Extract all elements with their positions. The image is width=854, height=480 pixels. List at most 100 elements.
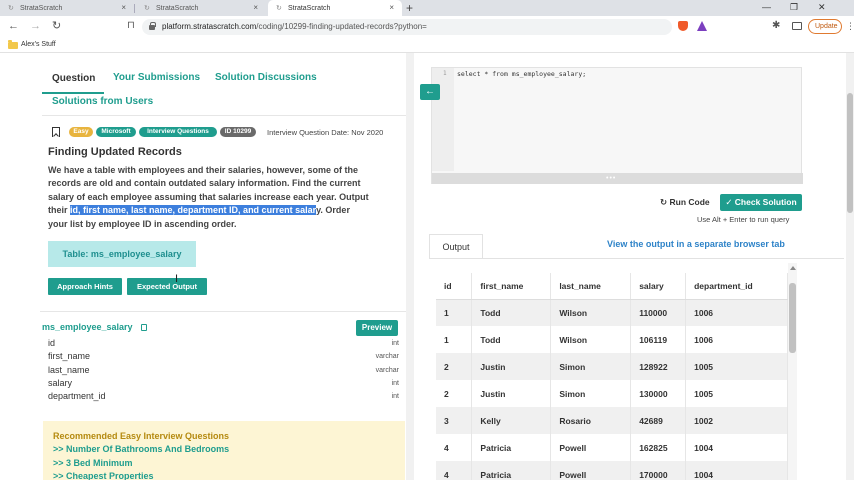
- recommended-link[interactable]: >> Cheapest Properties: [53, 471, 154, 480]
- column-header[interactable]: salary: [630, 273, 687, 300]
- browser-tab-3-active[interactable]: ↻ StrataScratch ×: [268, 0, 402, 16]
- schema-table-name[interactable]: ms_employee_salary: [42, 322, 133, 332]
- table-cell: Justin: [471, 353, 552, 380]
- bookmark-page-icon[interactable]: ⊓: [127, 20, 135, 32]
- schema-column-type: varchar: [375, 353, 399, 360]
- reload-icon[interactable]: ↻: [52, 20, 61, 32]
- editor-panel: 1 select * from ms_employee_salary; ••• …: [414, 53, 854, 480]
- divider: [40, 311, 406, 312]
- sql-code[interactable]: select * from ms_employee_salary;: [457, 70, 586, 78]
- table-cell: 2: [436, 353, 473, 380]
- back-icon[interactable]: ←: [8, 20, 19, 32]
- table-row: 1 Todd Wilson 110000 1006: [436, 299, 788, 326]
- new-tab-button[interactable]: +: [406, 1, 413, 15]
- table-cell: Justin: [471, 380, 552, 407]
- preview-button[interactable]: Preview: [356, 320, 398, 336]
- table-cell: Wilson: [550, 326, 632, 353]
- expected-output-button[interactable]: Expected Output: [127, 278, 207, 295]
- schema-column-type: int: [391, 340, 399, 347]
- table-cell: Wilson: [550, 299, 632, 326]
- folder-icon: [8, 40, 18, 49]
- tab-solutions-from-users[interactable]: Solutions from Users: [52, 96, 153, 107]
- column-header[interactable]: department_id: [685, 273, 788, 300]
- column-header[interactable]: id: [436, 273, 473, 300]
- close-tab-icon[interactable]: ×: [121, 4, 126, 12]
- company-badge[interactable]: Microsoft: [96, 127, 136, 137]
- table-header-row: id first_name last_name salary departmen…: [436, 273, 788, 300]
- schema-column-type: int: [391, 380, 399, 387]
- table-cell: 1004: [685, 434, 788, 461]
- minimize-icon[interactable]: —: [762, 2, 771, 13]
- table-cell: 1005: [685, 380, 788, 407]
- puzzle-icon[interactable]: ✱: [772, 20, 780, 32]
- approach-hints-button[interactable]: Approach Hints: [48, 278, 122, 295]
- column-header[interactable]: last_name: [550, 273, 632, 300]
- browser-tab-1[interactable]: ↻ StrataScratch ×: [0, 0, 134, 16]
- code-editor[interactable]: 1 select * from ms_employee_salary; •••: [431, 67, 803, 184]
- table-cell: 1006: [685, 326, 788, 353]
- brave-icon[interactable]: [678, 21, 688, 31]
- check-solution-button[interactable]: ✓ Check Solution: [720, 194, 802, 211]
- table-cell: 1005: [685, 353, 788, 380]
- table-row: 3 Kelly Rosario 42689 1002: [436, 407, 788, 434]
- url-bar[interactable]: platform.stratascratch.com/coding/10299-…: [142, 19, 672, 35]
- extension-warning-icon[interactable]: [697, 21, 707, 31]
- divider: [42, 115, 406, 116]
- table-cell: 1002: [685, 407, 788, 434]
- browser-tab-title: StrataScratch: [288, 4, 331, 12]
- collapse-panel-button[interactable]: ←: [420, 84, 440, 100]
- results-scrollbar[interactable]: [788, 263, 797, 480]
- copy-icon[interactable]: [141, 324, 147, 331]
- table-row: 1 Todd Wilson 106119 1006: [436, 326, 788, 353]
- recommended-link[interactable]: >> 3 Bed Minimum: [53, 458, 133, 468]
- forward-icon[interactable]: →: [30, 20, 41, 32]
- table-cell: 170000: [630, 461, 687, 480]
- maximize-icon[interactable]: ❐: [790, 2, 798, 13]
- run-shortcut-hint: Use Alt + Enter to run query: [697, 215, 790, 224]
- run-code-button[interactable]: ↻ Run Code: [660, 197, 710, 208]
- recommended-link[interactable]: >> Number Of Bathrooms And Bedrooms: [53, 444, 229, 454]
- scroll-thumb[interactable]: [847, 93, 853, 213]
- table-cell: 2: [436, 380, 473, 407]
- menu-icon[interactable]: ⋮: [846, 21, 854, 31]
- check-icon: ✓: [725, 197, 735, 207]
- table-cell: 4: [436, 461, 473, 480]
- drag-grip-icon[interactable]: •••: [606, 175, 616, 182]
- question-description: We have a table with employees and their…: [48, 165, 369, 229]
- scroll-thumb[interactable]: [789, 283, 796, 353]
- tab-your-submissions[interactable]: Your Submissions: [113, 72, 200, 83]
- table-cell: 42689: [630, 407, 687, 434]
- tab-solution-discussions[interactable]: Solution Discussions: [215, 72, 317, 83]
- side-panel-icon[interactable]: [792, 22, 802, 30]
- table-cell: Patricia: [471, 434, 552, 461]
- left-panel-scrollbar[interactable]: [406, 53, 414, 480]
- question-type-badge[interactable]: Interview Questions: [139, 127, 217, 137]
- column-header[interactable]: first_name: [471, 273, 552, 300]
- bookmarks-bar: Alex's Stuff: [0, 38, 854, 53]
- tab-question[interactable]: Question: [52, 73, 95, 84]
- schema-column-name: id: [48, 338, 56, 348]
- page-scrollbar[interactable]: [846, 53, 854, 480]
- bookmark-folder[interactable]: Alex's Stuff: [21, 40, 56, 50]
- browser-tab-2[interactable]: ↻ StrataScratch ×: [136, 0, 266, 16]
- lock-icon: [149, 22, 156, 30]
- question-title: Finding Updated Records: [48, 146, 182, 158]
- table-cell: Kelly: [471, 407, 552, 434]
- editor-resize-handle[interactable]: •••: [432, 173, 803, 184]
- table-cell: 1006: [685, 299, 788, 326]
- question-date: Interview Question Date: Nov 2020: [267, 128, 384, 137]
- table-cell: 4: [436, 434, 473, 461]
- bookmark-icon[interactable]: [52, 127, 60, 137]
- tab-output[interactable]: Output: [429, 234, 483, 259]
- update-button[interactable]: Update: [808, 19, 842, 34]
- view-output-link[interactable]: View the output in a separate browser ta…: [607, 239, 785, 249]
- line-number: 1: [443, 70, 447, 77]
- close-tab-icon[interactable]: ×: [253, 4, 258, 12]
- scroll-up-icon[interactable]: [790, 266, 796, 270]
- close-tab-icon[interactable]: ×: [389, 4, 394, 12]
- close-window-icon[interactable]: ✕: [818, 2, 826, 13]
- browser-tab-title: StrataScratch: [20, 4, 63, 12]
- schema-column-name: first_name: [48, 351, 91, 361]
- schema-column-type: int: [391, 393, 399, 400]
- table-name-button[interactable]: Table: ms_employee_salary: [48, 241, 196, 267]
